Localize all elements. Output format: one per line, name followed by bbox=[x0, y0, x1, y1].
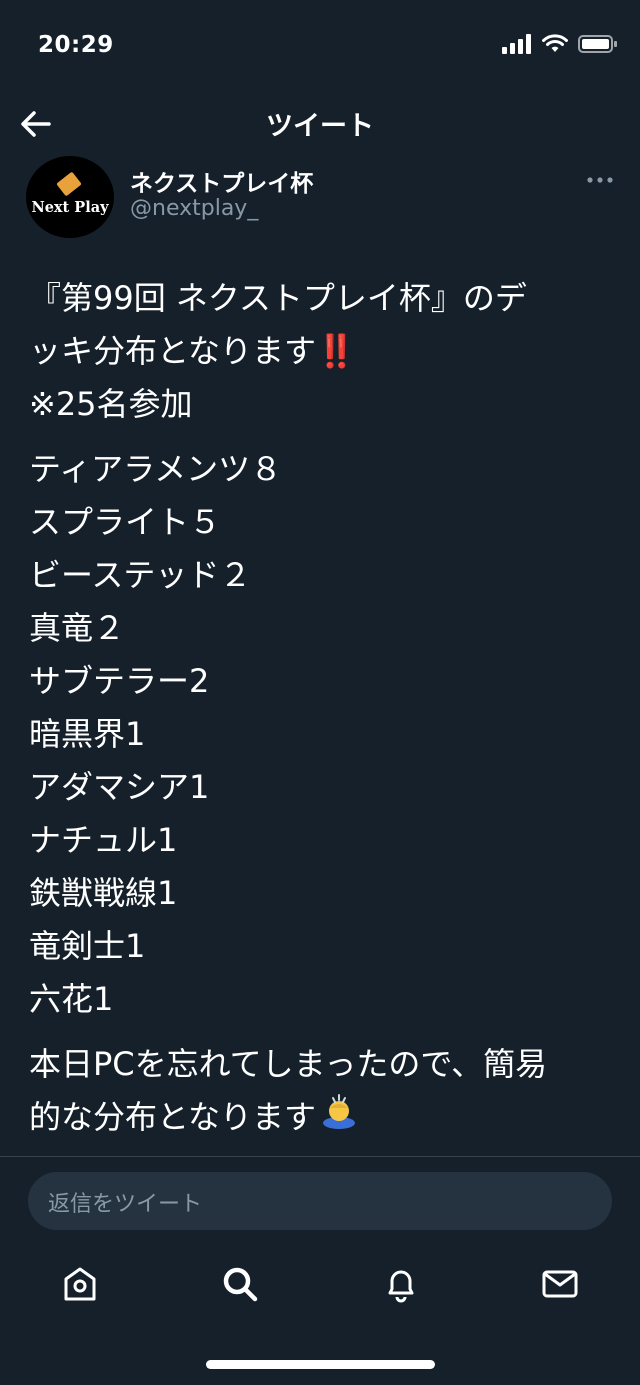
deck-item: ビーステッド２ bbox=[29, 556, 252, 594]
deck-item: 竜剣士1 bbox=[29, 927, 146, 965]
bowing-person-emoji-icon bbox=[320, 1092, 358, 1146]
battery-icon bbox=[578, 35, 617, 53]
intro-line: ッキ分布となります‼️ bbox=[29, 332, 356, 370]
tweet-text: 『第99回 ネクストプレイ杯』のデ ッキ分布となります‼️ ※25名参加 ティア… bbox=[29, 272, 619, 1146]
tweet-intro: 『第99回 ネクストプレイ杯』のデ ッキ分布となります‼️ ※25名参加 bbox=[29, 272, 619, 431]
outro-line: 的な分布となります bbox=[29, 1098, 317, 1136]
deck-item: 六花1 bbox=[29, 980, 114, 1018]
reply-placeholder: 返信をツイート bbox=[48, 1192, 203, 1217]
home-icon bbox=[64, 1267, 96, 1301]
outro-line: 本日PCを忘れてしまったので、簡易 bbox=[29, 1045, 548, 1083]
home-indicator[interactable] bbox=[206, 1360, 435, 1369]
tweet-outro: 本日PCを忘れてしまったので、簡易 的な分布となります bbox=[29, 1038, 619, 1146]
intro-line: ※25名参加 bbox=[29, 385, 193, 423]
nav-search-button[interactable] bbox=[220, 1264, 260, 1304]
deck-distribution-list: ティアラメンツ８ スプライト５ ビーステッド２ 真竜２ サブテラー2 暗黒界1 … bbox=[29, 443, 619, 1026]
nav-home-button[interactable] bbox=[60, 1264, 100, 1304]
deck-item: サブテラー2 bbox=[29, 662, 210, 700]
reply-input[interactable]: 返信をツイート bbox=[28, 1172, 612, 1230]
messages-icon bbox=[542, 1270, 578, 1298]
author-handle[interactable]: @nextplay_ bbox=[130, 196, 258, 221]
notifications-icon bbox=[388, 1270, 414, 1303]
deck-item: 鉄獣戦線1 bbox=[29, 874, 178, 912]
deck-item: 真竜２ bbox=[29, 609, 126, 647]
deck-item: ナチュル1 bbox=[29, 821, 178, 859]
deck-item: アダマシア1 bbox=[29, 768, 210, 806]
avatar-logo-text: Next Play bbox=[31, 199, 109, 216]
logo-mark bbox=[56, 171, 82, 197]
intro-line: 『第99回 ネクストプレイ杯』のデ bbox=[29, 279, 527, 317]
tweet-detail-screen: 20:29 ツイート Next Play ネクストプレイ杯 @nextplay_ bbox=[0, 0, 640, 1385]
nav-notifications-button[interactable] bbox=[381, 1264, 421, 1304]
deck-item: 暗黒界1 bbox=[29, 715, 146, 753]
more-options-button[interactable] bbox=[586, 170, 614, 190]
search-icon bbox=[223, 1267, 258, 1302]
deck-item: ティアラメンツ８ bbox=[29, 450, 283, 488]
more-icon bbox=[587, 177, 613, 183]
author-name[interactable]: ネクストプレイ杯 bbox=[130, 164, 313, 198]
page-title: ツイート bbox=[266, 111, 374, 142]
divider bbox=[0, 1156, 640, 1157]
nav-messages-button[interactable] bbox=[540, 1264, 580, 1304]
deck-item: スプライト５ bbox=[29, 503, 222, 541]
avatar[interactable]: Next Play bbox=[26, 156, 114, 238]
signal-icon bbox=[502, 34, 531, 54]
status-icons bbox=[502, 34, 618, 54]
status-time: 20:29 bbox=[38, 32, 114, 58]
wifi-icon bbox=[542, 34, 568, 52]
